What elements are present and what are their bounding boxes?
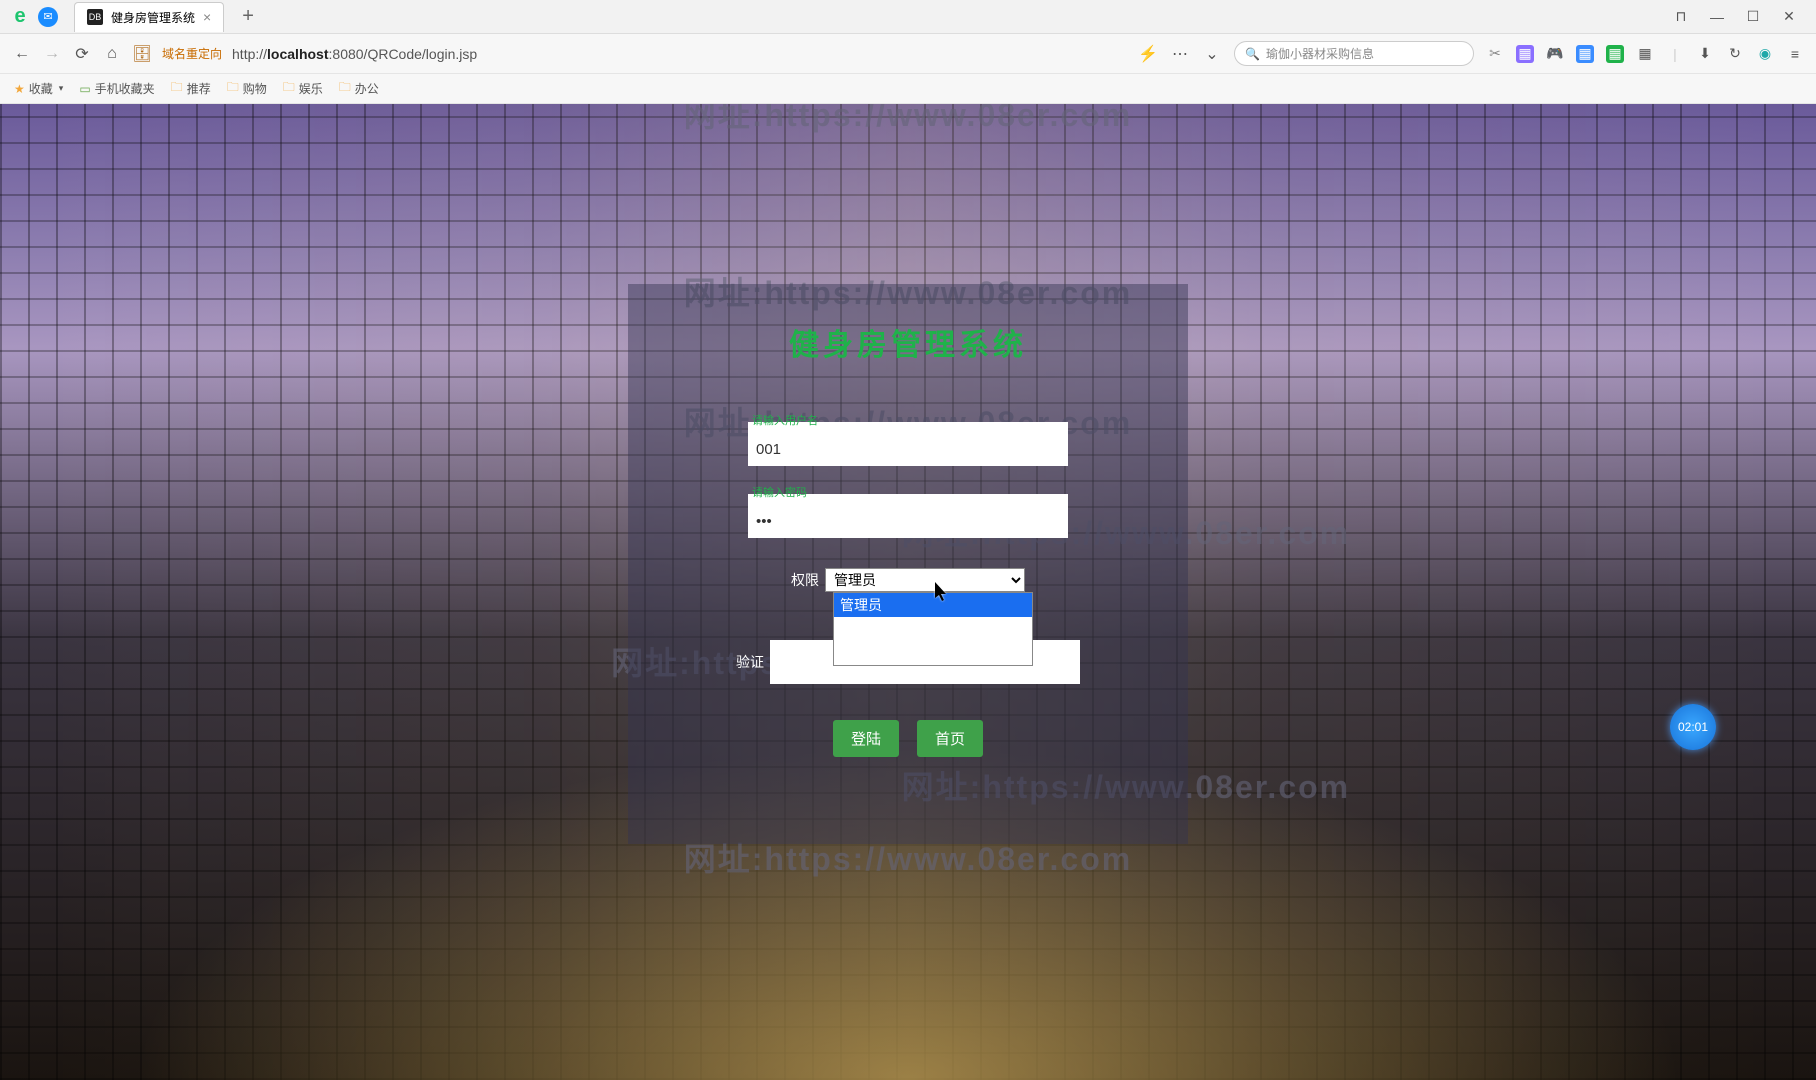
forward-icon[interactable]: →: [42, 44, 62, 64]
username-label: 请输入用户名: [752, 412, 818, 428]
grid-icon[interactable]: ▦: [1636, 45, 1654, 63]
chevron-down-icon[interactable]: ⌄: [1202, 44, 1222, 64]
role-row: 权限 管理员 管理员 教练 注册用户: [791, 568, 1025, 592]
button-row: 登陆 首页: [833, 720, 983, 757]
mobile-favorites[interactable]: ▭手机收藏夹: [79, 80, 154, 97]
folder-entertain[interactable]: 🗀娱乐: [283, 78, 323, 99]
globe-icon[interactable]: ◉: [1756, 45, 1774, 63]
password-field-wrap: 请输入密码: [748, 494, 1068, 538]
flash-icon[interactable]: ⚡: [1138, 44, 1158, 64]
window-action-icon[interactable]: ⊓: [1672, 8, 1690, 26]
ext3-icon[interactable]: ▦: [1576, 45, 1594, 63]
username-field-wrap: 请输入用户名: [748, 422, 1068, 466]
role-label: 权限: [791, 570, 819, 590]
captcha-label: 验证: [736, 652, 764, 672]
folder-office[interactable]: 🗀办公: [339, 78, 379, 99]
folder-icon: 🗀: [171, 78, 183, 99]
floating-timer-badge[interactable]: 02:01: [1670, 704, 1716, 750]
browser-logo-icon: e: [10, 7, 30, 27]
browser-tab[interactable]: DB 健身房管理系统 ×: [74, 2, 224, 32]
tab-title: 健身房管理系统: [111, 9, 195, 26]
page-content: 网址:https://www.08er.com 网址:https://www.0…: [0, 104, 1816, 1080]
watermark-text: 网址:https://www.08er.com: [684, 104, 1132, 136]
folder-icon: 🗀: [227, 78, 239, 99]
new-tab-button[interactable]: +: [242, 5, 254, 28]
username-input[interactable]: [748, 422, 1068, 466]
url-redirect-label: 域名重定向: [162, 45, 222, 62]
role-option-admin[interactable]: 管理员: [834, 593, 1032, 617]
folder-icon: 🗀: [283, 78, 295, 99]
download-icon[interactable]: ⬇: [1696, 45, 1714, 63]
folder-icon: 🗀: [339, 78, 351, 99]
window-minimize-icon[interactable]: —: [1708, 8, 1726, 26]
tab-close-icon[interactable]: ×: [203, 9, 211, 25]
password-input[interactable]: [748, 494, 1068, 538]
window-maximize-icon[interactable]: ☐: [1744, 8, 1762, 26]
bookmarks-bar: ★收藏▾ ▭手机收藏夹 🗀推荐 🗀购物 🗀娱乐 🗀办公: [0, 74, 1816, 104]
url-field[interactable]: 域名重定向 http://localhost:8080/QRCode/login…: [162, 45, 1128, 62]
menu-icon[interactable]: ≡: [1786, 45, 1804, 63]
back-icon[interactable]: ←: [12, 44, 32, 64]
role-option-coach[interactable]: 教练: [834, 617, 1032, 641]
role-option-user[interactable]: 注册用户: [834, 641, 1032, 665]
search-input[interactable]: 🔍 瑜伽小器材采购信息: [1234, 41, 1474, 66]
role-dropdown: 管理员 教练 注册用户: [833, 592, 1033, 666]
tab-favicon-icon: DB: [87, 9, 103, 25]
url-text: http://localhost:8080/QRCode/login.jsp: [232, 46, 477, 62]
ext1-icon[interactable]: ▦: [1516, 45, 1534, 63]
window-titlebar: e ✉ DB 健身房管理系统 × + ⊓ — ☐ ✕: [0, 0, 1816, 34]
mobile-icon: ▭: [79, 82, 90, 96]
login-title: 健身房管理系统: [789, 320, 1027, 364]
chevron-down-icon: ▾: [59, 83, 64, 94]
login-button[interactable]: 登陆: [833, 720, 899, 757]
search-placeholder: 瑜伽小器材采购信息: [1266, 45, 1374, 62]
folder-recommend[interactable]: 🗀推荐: [171, 78, 211, 99]
star-icon: ★: [14, 82, 25, 96]
ext2-icon[interactable]: 🎮: [1546, 45, 1564, 63]
address-bar: ← → ⟳ ⌂ 🗄 域名重定向 http://localhost:8080/QR…: [0, 34, 1816, 74]
scissors-icon[interactable]: ✂: [1486, 45, 1504, 63]
role-select[interactable]: 管理员: [825, 568, 1025, 592]
refresh2-icon[interactable]: ↻: [1726, 45, 1744, 63]
home-button[interactable]: 首页: [917, 720, 983, 757]
reload-icon[interactable]: ⟳: [72, 44, 92, 64]
search-icon: 🔍: [1245, 47, 1260, 61]
briefcase-icon[interactable]: 🗄: [132, 44, 152, 64]
ext4-icon[interactable]: ▦: [1606, 45, 1624, 63]
window-close-icon[interactable]: ✕: [1780, 8, 1798, 26]
message-icon[interactable]: ✉: [38, 7, 58, 27]
favorites-button[interactable]: ★收藏▾: [14, 80, 63, 97]
login-panel: 健身房管理系统 请输入用户名 请输入密码 权限 管理员 管理员 教练 注册用户 …: [628, 284, 1188, 844]
password-label: 请输入密码: [752, 484, 807, 500]
more-icon[interactable]: ⋯: [1170, 44, 1190, 64]
home-icon[interactable]: ⌂: [102, 44, 122, 64]
folder-shopping[interactable]: 🗀购物: [227, 78, 267, 99]
